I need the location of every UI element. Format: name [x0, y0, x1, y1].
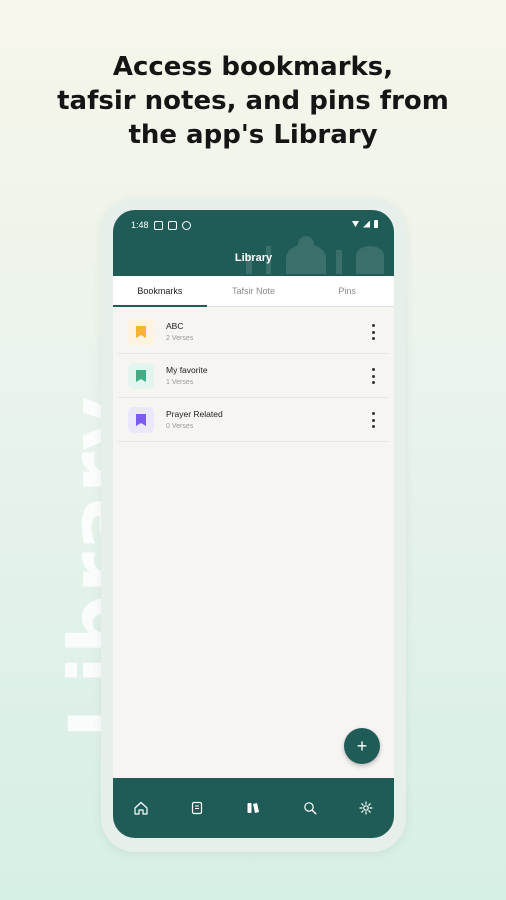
location-status-icon [153, 220, 163, 230]
list-item[interactable]: Prayer Related 0 Verses [118, 398, 389, 442]
wifi-icon [352, 221, 359, 227]
bottom-navigation [113, 778, 394, 838]
app-bar: 1:48 Library [113, 210, 394, 276]
home-icon[interactable] [127, 794, 155, 822]
more-options-icon[interactable] [367, 324, 379, 340]
headline: Access bookmarks, tafsir notes, and pins… [57, 52, 449, 150]
add-bookmark-button[interactable]: + [344, 728, 380, 764]
page-title: Library [234, 252, 273, 264]
settings-icon[interactable] [352, 794, 380, 822]
bookmark-title: My favorite [166, 365, 208, 375]
bookmark-icon [128, 318, 154, 345]
list-item[interactable]: ABC 2 Verses [118, 310, 389, 354]
list-item[interactable]: My favorite 1 Verses [118, 354, 389, 398]
bookmark-count: 1 Verses [166, 379, 194, 386]
bookmark-count: 0 Verses [166, 423, 194, 430]
bookmark-title: Prayer Related [166, 409, 223, 419]
bookmark-icon [128, 362, 154, 389]
search-icon[interactable] [296, 794, 324, 822]
bookmark-count: 2 Verses [166, 335, 194, 342]
wifi-status-icon [181, 220, 191, 230]
tab-bookmarks[interactable]: Bookmarks [113, 276, 207, 307]
status-bar-right [352, 220, 378, 228]
library-tabs: Bookmarks Tafsir Note Pins [113, 276, 394, 307]
quran-book-icon[interactable] [183, 794, 211, 822]
bookmark-title: ABC [166, 321, 184, 331]
status-bar-left: 1:48 [131, 220, 191, 230]
status-time: 1:48 [131, 220, 149, 230]
signal-icon [363, 220, 370, 228]
battery-icon [374, 220, 378, 228]
tab-tafsir-note[interactable]: Tafsir Note [207, 276, 301, 306]
mosque-silhouette-icon [246, 236, 384, 274]
bookmark-list: ABC 2 Verses My favorite 1 Verses Prayer… [118, 310, 389, 442]
library-icon[interactable] [239, 794, 267, 822]
phone-screen: 1:48 Library Bookmarks Tafsir Note Pins [113, 210, 394, 838]
more-options-icon[interactable] [367, 368, 379, 384]
phone-frame: 1:48 Library Bookmarks Tafsir Note Pins [101, 198, 406, 852]
message-status-icon [167, 220, 177, 230]
more-options-icon[interactable] [367, 412, 379, 428]
tab-pins[interactable]: Pins [300, 276, 394, 306]
bookmark-icon [128, 406, 154, 433]
